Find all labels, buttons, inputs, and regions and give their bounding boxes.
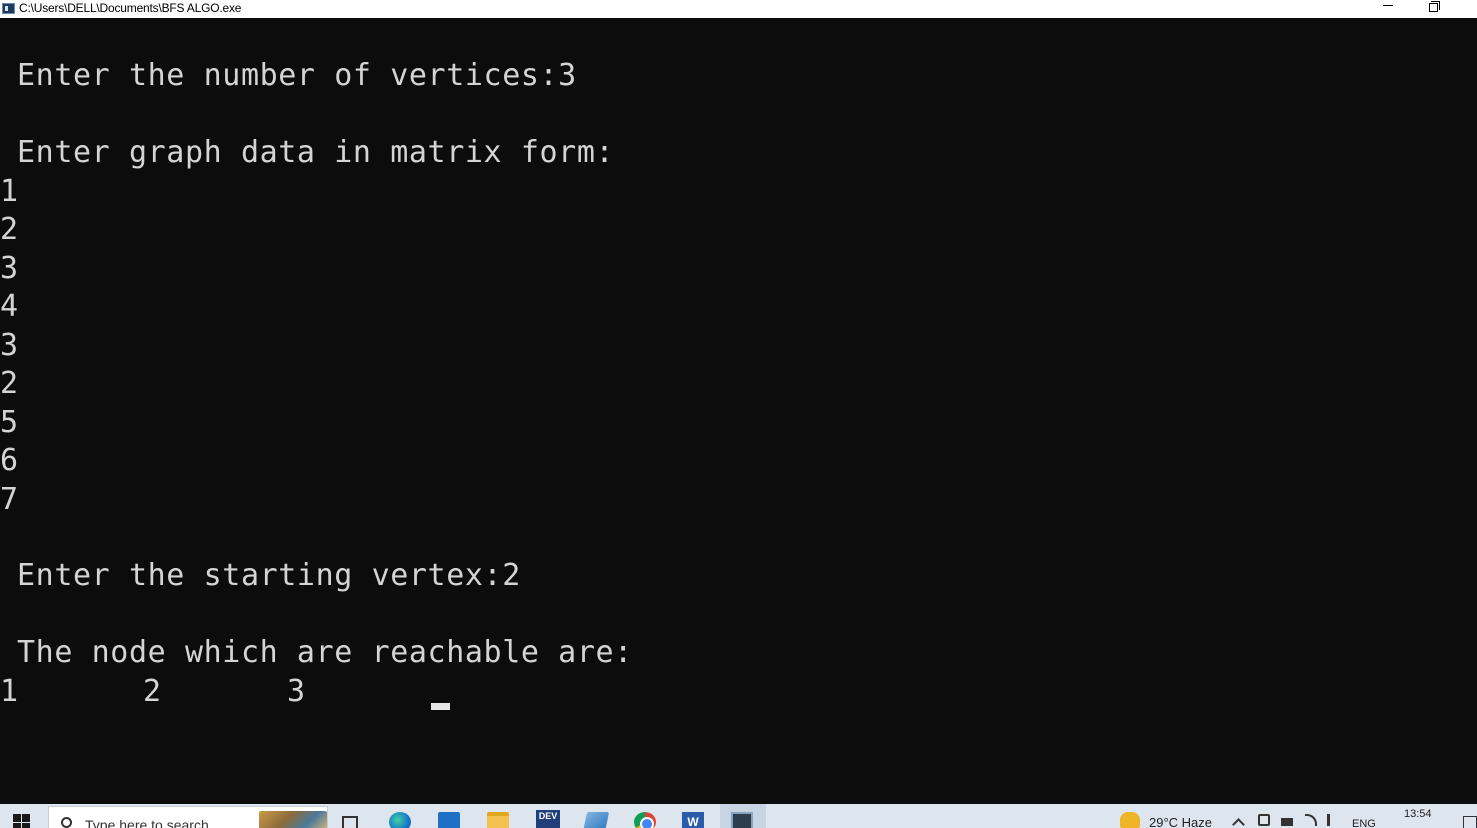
search-box[interactable]: Type here to search xyxy=(48,806,328,828)
minimize-button[interactable] xyxy=(1366,0,1410,18)
reachable-prompt-line: The node which are reachable are: xyxy=(17,635,633,670)
console-output[interactable]: Enter the number of vertices:3 Enter gra… xyxy=(0,18,1477,804)
restore-icon xyxy=(1428,1,1440,12)
battery-icon[interactable] xyxy=(1281,818,1293,826)
matrix-value-line: 4 xyxy=(0,289,19,324)
matrix-value-line: 2 xyxy=(0,212,19,247)
reachable-node: 2 xyxy=(143,674,162,709)
matrix-value-line: 3 xyxy=(0,328,19,363)
dev-cpp-icon[interactable]: DEV xyxy=(536,810,560,828)
search-icon xyxy=(61,817,72,828)
file-explorer-icon[interactable] xyxy=(487,812,509,828)
wifi-icon[interactable] xyxy=(1305,814,1317,826)
matrix-value-line: 6 xyxy=(0,443,19,478)
vertices-prompt-line: Enter the number of vertices:3 xyxy=(17,58,577,93)
console-app-icon xyxy=(2,3,15,14)
language-indicator[interactable]: ENG xyxy=(1352,818,1376,828)
mail-icon[interactable] xyxy=(438,812,460,828)
matrix-value-line: 5 xyxy=(0,405,19,440)
minimize-icon xyxy=(1383,5,1393,7)
console-window-taskbar-icon[interactable] xyxy=(731,812,753,828)
matrix-value-line: 7 xyxy=(0,482,19,517)
weather-icon[interactable] xyxy=(1120,812,1140,828)
task-view-icon[interactable] xyxy=(342,816,358,828)
start-button[interactable] xyxy=(13,814,31,828)
matrix-value-line: 3 xyxy=(0,251,19,286)
notification-icon[interactable] xyxy=(1463,816,1477,828)
notepad-icon[interactable] xyxy=(582,812,610,828)
reachable-node: 1 xyxy=(0,674,19,709)
chevron-up-icon[interactable] xyxy=(1232,818,1245,828)
windows-logo-icon xyxy=(13,814,21,822)
window-titlebar[interactable]: C:\Users\DELL\Documents\BFS ALGO.exe xyxy=(0,0,1477,18)
start-prompt-line: Enter the starting vertex:2 xyxy=(17,558,521,593)
clock[interactable]: 13:54 xyxy=(1404,808,1432,820)
restore-button[interactable] xyxy=(1411,0,1455,18)
window-title: C:\Users\DELL\Documents\BFS ALGO.exe xyxy=(19,1,242,15)
reachable-node: 3 xyxy=(287,674,306,709)
meet-now-icon[interactable] xyxy=(1258,814,1270,826)
edge-icon[interactable] xyxy=(389,812,411,828)
volume-muted-icon[interactable] xyxy=(1327,814,1339,826)
search-placeholder: Type here to search xyxy=(85,817,209,828)
matrix-prompt-line: Enter graph data in matrix form: xyxy=(17,135,615,170)
taskbar: Type here to search DEV W 29°C Haze ENG … xyxy=(0,804,1477,828)
search-highlight-image xyxy=(259,811,327,828)
matrix-value-line: 2 xyxy=(0,366,19,401)
matrix-value-line: 1 xyxy=(0,174,19,209)
word-icon[interactable]: W xyxy=(682,812,704,828)
weather-text[interactable]: 29°C Haze xyxy=(1149,815,1212,828)
chrome-icon[interactable] xyxy=(634,812,656,828)
text-cursor xyxy=(431,703,450,710)
